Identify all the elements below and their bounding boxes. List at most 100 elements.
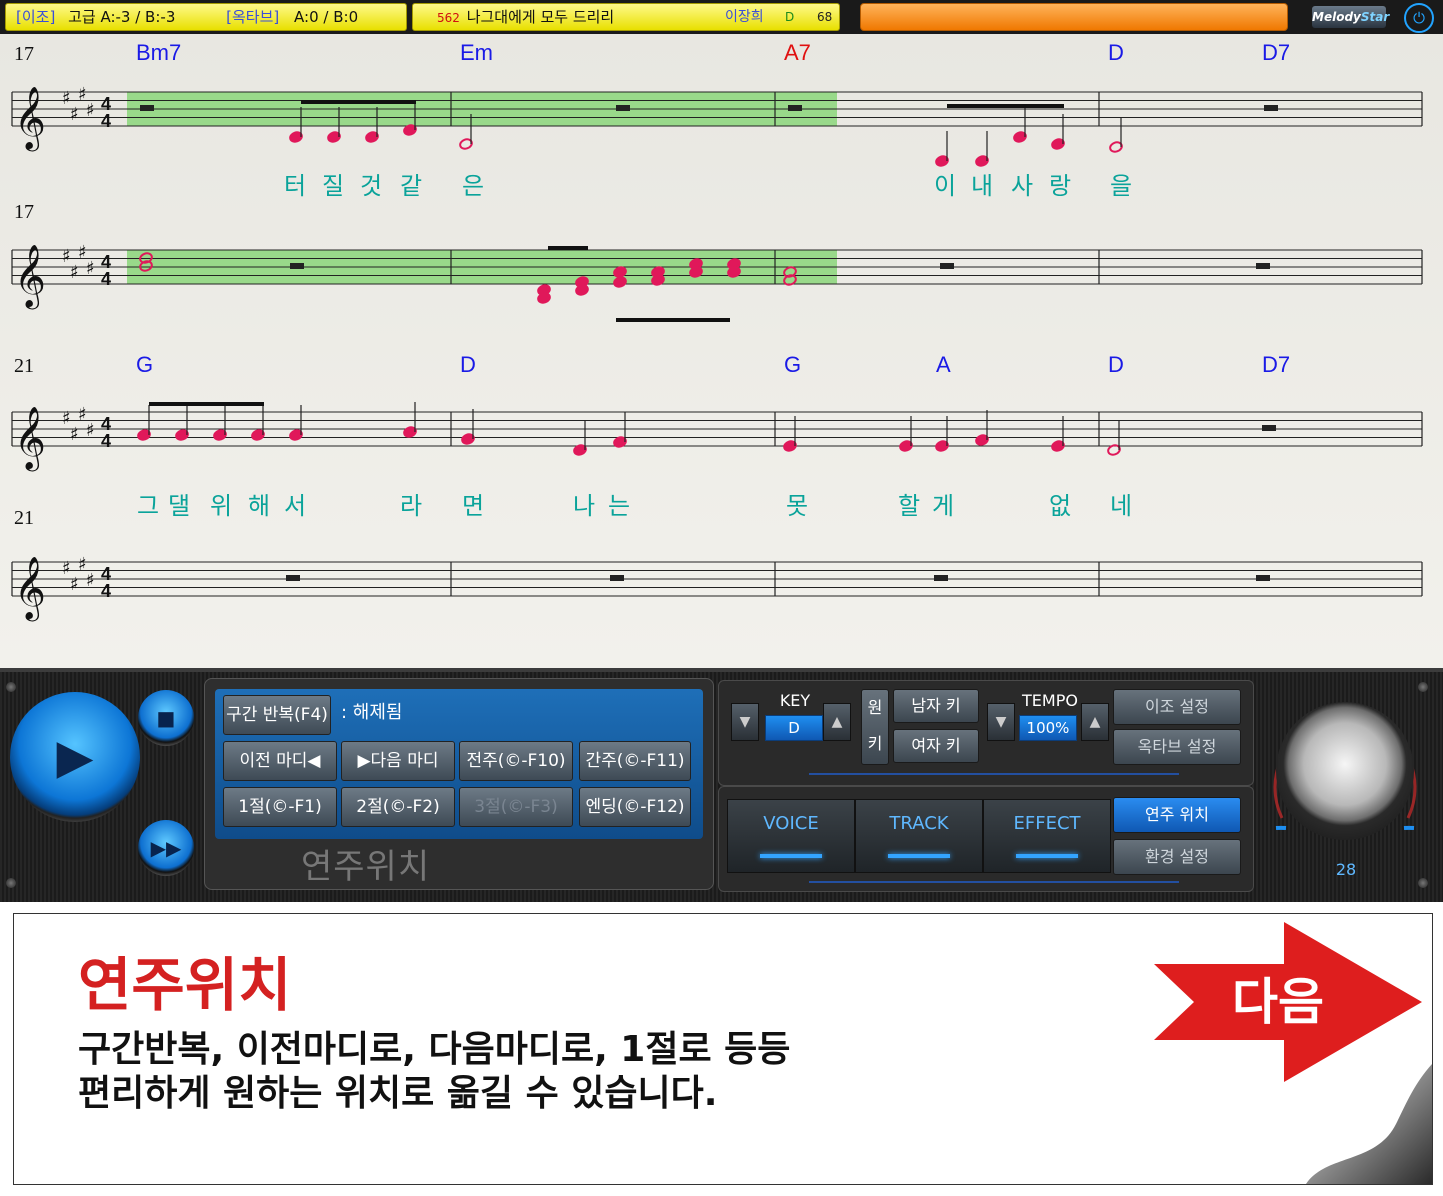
tempo-up-button[interactable]: ▲	[1081, 703, 1109, 741]
info-card-title: 연주위치	[78, 951, 292, 1019]
fast-forward-button[interactable]: ▶▶	[138, 820, 194, 876]
lyric-syllable: 그	[137, 492, 159, 520]
next-button[interactable]: 다음	[1232, 972, 1324, 1032]
repeat-section-button[interactable]: 구간 반복(F4)	[223, 695, 331, 735]
screw	[6, 878, 16, 888]
original-key-line1: 원	[867, 698, 883, 717]
lyric-syllable: 질	[322, 172, 344, 200]
progress-bar[interactable]	[860, 3, 1288, 31]
key-label: KEY	[779, 691, 811, 710]
panel-title: 연주위치	[301, 847, 431, 887]
info-card-line2: 편리하게 원하는 위치로 옮길 수 있습니다.	[78, 1073, 718, 1114]
prelude-button[interactable]: 전주(©-F10)	[459, 741, 573, 781]
lyric-syllable: 는	[608, 492, 630, 520]
divider	[809, 773, 1179, 775]
treble-clef: 𝄞	[14, 244, 46, 310]
male-key-button[interactable]: 남자 키	[893, 689, 979, 723]
stop-icon: ■	[156, 706, 176, 730]
rest	[290, 263, 304, 269]
chord-symbol: Bm7	[136, 40, 181, 65]
sharp-sign: ♯	[70, 424, 79, 445]
arrow-down-icon: ▼	[739, 714, 751, 730]
power-icon[interactable]: ⏻	[1404, 3, 1434, 33]
measure-number: 21	[14, 507, 34, 529]
arrow-down-icon: ▼	[995, 714, 1007, 730]
key-down-button[interactable]: ▼	[731, 703, 759, 741]
melodystar-logo: MelodyStar	[1312, 6, 1389, 28]
chord-symbol: D	[1108, 40, 1124, 65]
lyric-syllable: 것	[360, 172, 382, 200]
lyric-syllable: 사	[1011, 172, 1033, 200]
interlude-button[interactable]: 간주(©-F11)	[579, 741, 691, 781]
verse2-button[interactable]: 2절(©-F2)	[341, 787, 455, 827]
verse1-button[interactable]: 1절(©-F1)	[223, 787, 337, 827]
screw	[1418, 878, 1428, 888]
rest	[934, 575, 948, 581]
song-number: 562	[437, 11, 460, 25]
treble-clef: 𝄞	[14, 86, 46, 152]
tab-voice-label: VOICE	[763, 813, 819, 834]
volume-knob[interactable]	[1276, 702, 1414, 840]
rest	[140, 105, 154, 111]
play-position-panel: 구간 반복(F4) : 해제됨 이전 마디◀ ▶다음 마디 전주(©-F10) …	[204, 678, 714, 890]
sharp-sign: ♯	[86, 100, 95, 121]
octave-settings-button[interactable]: 옥타브 설정	[1113, 729, 1241, 765]
lyric-syllable: 라	[400, 492, 422, 520]
singer-name: 이장희	[725, 9, 764, 25]
original-key-line2: 키	[867, 734, 883, 753]
arrow-up-icon: ▲	[831, 714, 843, 730]
rest	[286, 575, 300, 581]
env-settings-button[interactable]: 환경 설정	[1113, 839, 1241, 875]
tempo-down-button[interactable]: ▼	[987, 703, 1015, 741]
female-key-button[interactable]: 여자 키	[893, 729, 979, 763]
tab-track[interactable]: TRACK	[855, 799, 983, 873]
measure-number: 17	[14, 201, 34, 223]
rest	[1264, 105, 1278, 111]
stop-button[interactable]: ■	[138, 690, 194, 746]
play-position-button[interactable]: 연주 위치	[1113, 797, 1241, 833]
transpose-octave-info: [이조] 고급 A:-3 / B:-3 [옥타브] A:0 / B:0	[5, 3, 407, 31]
play-position-buttons: 구간 반복(F4) : 해제됨 이전 마디◀ ▶다음 마디 전주(©-F10) …	[215, 689, 703, 839]
lyric-syllable: 못	[786, 492, 808, 520]
transpose-settings-button[interactable]: 이조 설정	[1113, 689, 1241, 725]
chord-symbol: Em	[460, 40, 493, 65]
score-canvas: 𝄞 ♯♯♯♯ 4417 Bm7 Em A7 D D7터 질 것 같 은 이 내 사 랑 을𝄞 ♯♯♯♯ 4417𝄞 ♯…	[11, 40, 1423, 622]
ending-button[interactable]: 엔딩(©-F12)	[579, 787, 691, 827]
page-curl-icon	[1306, 1064, 1432, 1184]
sharp-sign: ♯	[70, 104, 79, 125]
tempo-label: TEMPO	[1022, 691, 1078, 710]
control-panel: ▶ ■ ▶▶ 구간 반복(F4) : 해제됨 이전 마디◀ ▶다음 마디 전주(…	[0, 668, 1443, 902]
play-button[interactable]: ▶	[10, 692, 140, 822]
rest	[1256, 575, 1270, 581]
fast-forward-icon: ▶▶	[150, 836, 182, 860]
sheet-music: 𝄞 ♯ ♯ ♯ ♯ 4 4 17 Bm7 Em A7 D D7 터 질 것 같 은 이 내 사 랑 을 𝄞 ♯ ♯ ♯ ♯ 4 4 17 𝄞 ♯…	[0, 34, 1443, 668]
rest	[616, 105, 630, 111]
lyric-syllable: 을	[1110, 172, 1132, 200]
tab-voice[interactable]: VOICE	[727, 799, 855, 873]
octave-label: [옥타브]	[226, 8, 280, 26]
info-card-line1: 구간반복, 이전마디로, 다음마디로, 1절로 등등	[78, 1029, 791, 1070]
chord-symbol: A	[936, 352, 951, 377]
original-key-button[interactable]: 원키	[861, 689, 889, 765]
measure-number: 17	[14, 43, 34, 65]
chord-symbol: D	[1108, 352, 1124, 377]
key-value: D	[765, 715, 823, 741]
lyric-syllable: 할	[898, 492, 920, 520]
tab-indicator	[1016, 854, 1078, 858]
tab-effect[interactable]: EFFECT	[983, 799, 1111, 873]
time-signature-bottom: 4	[101, 581, 111, 601]
tempo-value: 100%	[1019, 715, 1077, 741]
arrow-up-icon: ▲	[1089, 714, 1101, 730]
volume-value: 28	[1335, 860, 1357, 879]
tab-effect-label: EFFECT	[1013, 813, 1081, 834]
next-measure-button[interactable]: ▶다음 마디	[341, 741, 455, 781]
lyric-syllable: 위	[210, 492, 232, 520]
sharp-sign: ♯	[70, 262, 79, 283]
lyric-syllable: 게	[932, 492, 954, 520]
measure-number: 21	[14, 355, 34, 377]
chord-symbol: D7	[1262, 40, 1290, 65]
song-key: D	[785, 10, 795, 24]
prev-measure-button[interactable]: 이전 마디◀	[223, 741, 337, 781]
lyric-syllable: 네	[1110, 492, 1132, 520]
key-up-button[interactable]: ▲	[823, 703, 851, 741]
